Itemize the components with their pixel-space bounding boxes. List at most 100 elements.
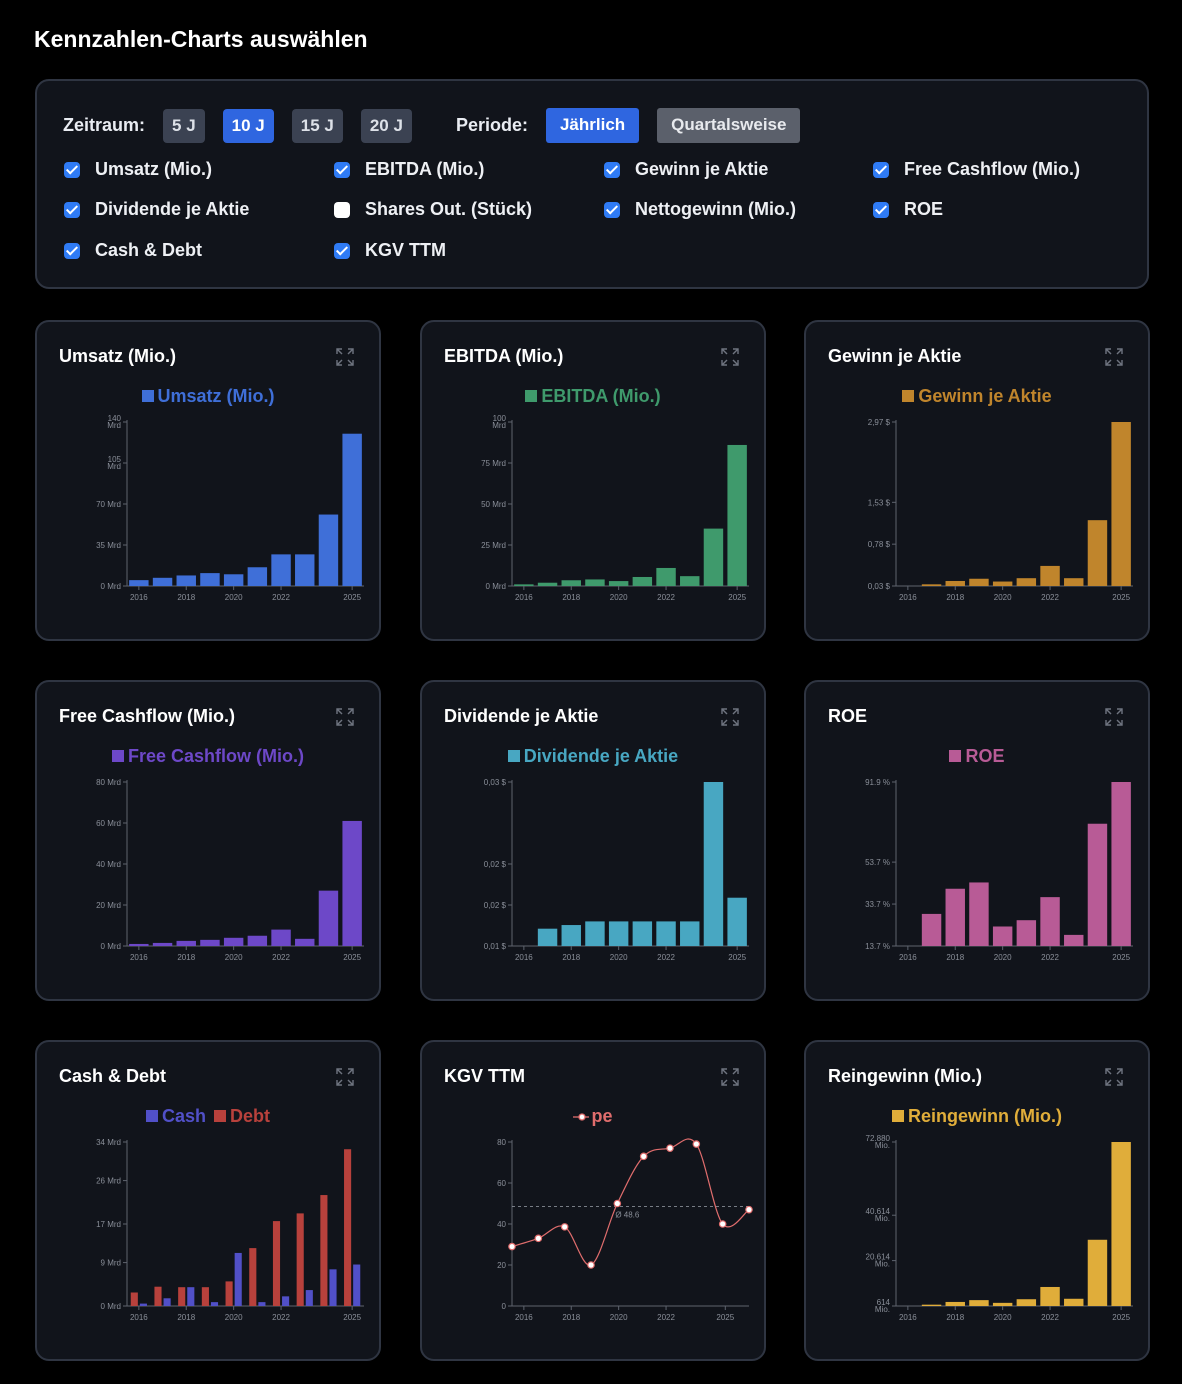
bar-cash[interactable]: [163, 1298, 171, 1306]
bar[interactable]: [1087, 520, 1108, 586]
bar[interactable]: [129, 580, 149, 586]
checkbox-kgv-ttm[interactable]: KGV TTM: [334, 240, 446, 261]
bar-debt[interactable]: [320, 1195, 328, 1306]
checkbox-checked-icon[interactable]: [334, 161, 350, 178]
bar[interactable]: [1087, 823, 1108, 946]
bar[interactable]: [561, 580, 581, 586]
checkbox-unchecked-icon[interactable]: [334, 201, 350, 218]
bar[interactable]: [585, 579, 605, 586]
bar[interactable]: [656, 921, 676, 946]
bar[interactable]: [342, 820, 362, 946]
bar[interactable]: [703, 782, 724, 946]
bar[interactable]: [921, 584, 942, 586]
bar[interactable]: [295, 554, 315, 586]
data-point[interactable]: [718, 1220, 727, 1228]
bar[interactable]: [632, 576, 653, 586]
bar-cash[interactable]: [329, 1269, 337, 1306]
bar[interactable]: [680, 576, 700, 586]
checkbox-ebitda[interactable]: EBITDA (Mio.): [334, 159, 484, 180]
data-point[interactable]: [508, 1242, 516, 1251]
checkbox-roe[interactable]: ROE: [873, 199, 943, 220]
bar[interactable]: [561, 925, 581, 946]
range-button-20j[interactable]: 20 J: [360, 108, 412, 143]
bar[interactable]: [945, 888, 965, 946]
checkbox-checked-icon[interactable]: [873, 201, 889, 218]
bar[interactable]: [271, 929, 291, 946]
data-point[interactable]: [745, 1205, 753, 1214]
bar[interactable]: [1064, 1298, 1084, 1306]
bar[interactable]: [1016, 1299, 1037, 1306]
bar[interactable]: [921, 913, 942, 946]
bar[interactable]: [129, 943, 149, 946]
bar[interactable]: [1016, 578, 1037, 586]
checkbox-free-cashflow[interactable]: Free Cashflow (Mio.): [873, 159, 1080, 180]
bar[interactable]: [969, 578, 989, 586]
bar[interactable]: [342, 433, 362, 586]
checkbox-shares-out[interactable]: Shares Out. (Stück): [334, 199, 532, 220]
bar[interactable]: [152, 942, 173, 946]
bar[interactable]: [537, 928, 558, 946]
bar-debt[interactable]: [225, 1281, 233, 1306]
bar[interactable]: [200, 573, 220, 586]
bar[interactable]: [1040, 897, 1060, 946]
bar-debt[interactable]: [272, 1221, 281, 1306]
bar-debt[interactable]: [178, 1287, 186, 1306]
bar[interactable]: [1111, 422, 1131, 586]
bar[interactable]: [271, 554, 291, 586]
checkbox-checked-icon[interactable]: [873, 161, 889, 178]
bar[interactable]: [1111, 782, 1131, 946]
data-point[interactable]: [666, 1144, 674, 1152]
bar[interactable]: [945, 1301, 965, 1306]
bar[interactable]: [1016, 920, 1037, 946]
data-point[interactable]: [613, 1199, 622, 1208]
bar[interactable]: [945, 580, 965, 586]
bar[interactable]: [176, 575, 196, 586]
bar[interactable]: [656, 567, 676, 586]
bar[interactable]: [608, 581, 629, 586]
range-button-15j[interactable]: 15 J: [291, 108, 343, 143]
bar-debt[interactable]: [249, 1248, 257, 1306]
period-button-jaehrlich[interactable]: Jährlich: [545, 108, 640, 143]
checkbox-dividende[interactable]: Dividende je Aktie: [64, 199, 249, 220]
bar[interactable]: [200, 939, 220, 946]
bar[interactable]: [585, 921, 605, 946]
checkbox-checked-icon[interactable]: [64, 242, 80, 259]
bar[interactable]: [680, 921, 700, 946]
bar-cash[interactable]: [210, 1302, 219, 1306]
data-point[interactable]: [692, 1140, 701, 1148]
bar-debt[interactable]: [344, 1149, 352, 1306]
period-button-quartalsweise[interactable]: Quartalsweise: [657, 108, 801, 143]
range-button-10j[interactable]: 10 J: [222, 108, 274, 143]
bar-cash[interactable]: [282, 1296, 290, 1306]
bar-debt[interactable]: [296, 1213, 304, 1306]
data-point[interactable]: [639, 1152, 648, 1161]
bar[interactable]: [318, 514, 339, 586]
bar[interactable]: [223, 574, 244, 586]
bar-cash[interactable]: [234, 1252, 242, 1306]
bar[interactable]: [727, 444, 747, 586]
bar-cash[interactable]: [353, 1264, 361, 1306]
bar[interactable]: [1040, 565, 1060, 586]
data-point[interactable]: [560, 1223, 569, 1231]
checkbox-gewinn-je-aktie[interactable]: Gewinn je Aktie: [604, 159, 768, 180]
bar[interactable]: [1087, 1239, 1108, 1306]
checkbox-checked-icon[interactable]: [604, 161, 620, 178]
bar[interactable]: [608, 921, 629, 946]
bar[interactable]: [247, 567, 268, 586]
bar[interactable]: [295, 938, 315, 946]
bar[interactable]: [992, 926, 1013, 946]
bar-cash[interactable]: [258, 1302, 266, 1306]
bar[interactable]: [152, 577, 173, 586]
bar[interactable]: [632, 921, 653, 946]
bar[interactable]: [1064, 934, 1084, 946]
checkbox-checked-icon[interactable]: [64, 161, 80, 178]
bar-cash[interactable]: [305, 1290, 313, 1306]
bar[interactable]: [727, 897, 747, 946]
bar[interactable]: [992, 581, 1013, 586]
bar[interactable]: [703, 528, 724, 586]
checkbox-checked-icon[interactable]: [64, 201, 80, 218]
bar[interactable]: [537, 582, 558, 586]
bar[interactable]: [969, 882, 989, 946]
bar[interactable]: [223, 937, 244, 946]
checkbox-checked-icon[interactable]: [334, 242, 350, 259]
